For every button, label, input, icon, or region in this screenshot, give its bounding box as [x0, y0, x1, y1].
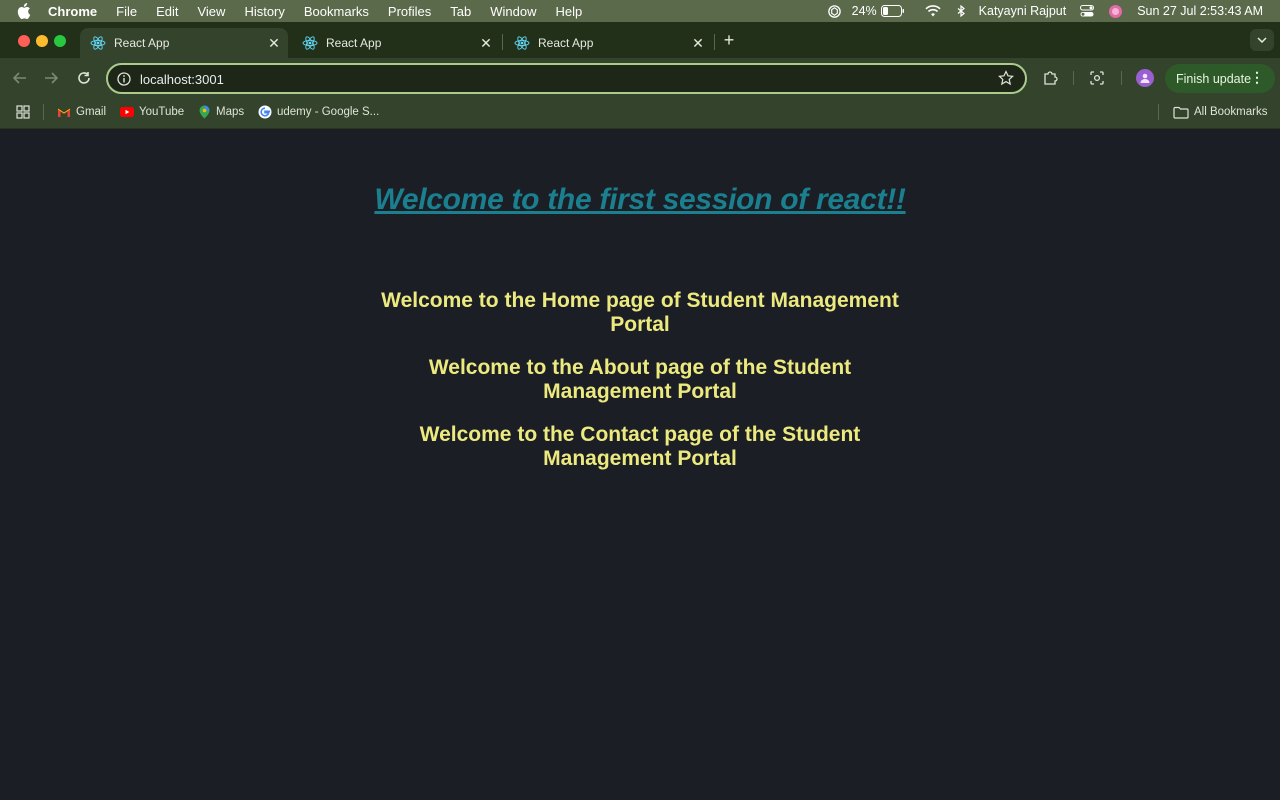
date-time[interactable]: Sun 27 Jul 2:53:43 AM	[1137, 4, 1263, 18]
bookmark-udemy[interactable]: udemy - Google S...	[258, 103, 379, 121]
folder-icon	[1173, 105, 1189, 119]
home-heading: Welcome to the Home page of Student Mana…	[340, 289, 940, 337]
tab-react-app-2[interactable]: React App ✕	[292, 28, 500, 58]
tab-react-app-3[interactable]: React App ✕	[504, 28, 712, 58]
finish-update-button[interactable]: Finish update ⋮	[1165, 64, 1275, 93]
all-bookmarks-label: All Bookmarks	[1194, 106, 1268, 118]
menu-file[interactable]: File	[116, 4, 137, 19]
tab-close-icon[interactable]: ✕	[478, 35, 494, 51]
apps-grid-icon[interactable]	[16, 103, 30, 121]
toolbar-divider	[1121, 71, 1122, 85]
address-bar[interactable]: localhost:3001	[106, 63, 1027, 94]
bookmarks-separator	[43, 104, 44, 120]
contact-heading-line2: Management Portal	[543, 447, 737, 470]
profile-avatar[interactable]	[1136, 69, 1154, 87]
google-lens-icon[interactable]	[1088, 69, 1106, 87]
tab-title: React App	[326, 36, 382, 50]
react-favicon-icon	[90, 35, 106, 51]
close-window-button[interactable]	[18, 35, 30, 47]
apple-logo-icon[interactable]	[17, 3, 35, 19]
menu-edit[interactable]: Edit	[156, 4, 178, 19]
chatgpt-icon[interactable]	[827, 4, 842, 19]
reload-icon[interactable]	[75, 69, 93, 87]
siri-icon[interactable]	[1108, 4, 1123, 19]
menu-help[interactable]: Help	[556, 4, 583, 19]
maximize-window-button[interactable]	[54, 35, 66, 47]
tab-close-icon[interactable]: ✕	[266, 35, 282, 51]
bookmark-label: Maps	[216, 106, 245, 118]
all-bookmarks-button[interactable]: All Bookmarks	[1173, 103, 1268, 121]
bookmark-star-icon[interactable]	[998, 70, 1014, 86]
minimize-window-button[interactable]	[36, 35, 48, 47]
bluetooth-icon[interactable]	[957, 4, 965, 18]
bookmark-label: YouTube	[139, 106, 185, 118]
tab-separator	[714, 34, 715, 50]
finish-update-label: Finish update	[1176, 71, 1252, 86]
back-arrow-icon[interactable]	[11, 69, 29, 87]
tab-title: React App	[114, 36, 170, 50]
youtube-icon	[120, 105, 134, 119]
bookmarks-separator	[1158, 104, 1159, 120]
google-logo-icon	[258, 105, 272, 119]
menu-app-name[interactable]: Chrome	[48, 4, 97, 19]
bookmark-maps[interactable]: Maps	[197, 103, 244, 121]
contact-heading-line1: Welcome to the Contact page of the Stude…	[419, 423, 861, 446]
macos-menu-bar: Chrome File Edit View History Bookmarks …	[0, 0, 1280, 22]
menu-bookmarks[interactable]: Bookmarks	[304, 4, 369, 19]
battery-icon[interactable]	[880, 5, 905, 17]
about-heading-line2: Management Portal	[543, 380, 737, 403]
tab-title: React App	[538, 36, 594, 50]
forward-arrow-icon[interactable]	[42, 69, 60, 87]
about-heading-line1: Welcome to the About page of the Student	[428, 356, 852, 379]
wifi-icon[interactable]	[925, 5, 941, 17]
tab-react-app-1[interactable]: React App ✕	[80, 28, 288, 58]
tab-separator	[502, 34, 503, 50]
toolbar-divider	[1073, 71, 1074, 85]
react-favicon-icon	[302, 35, 318, 51]
tab-close-icon[interactable]: ✕	[690, 35, 706, 51]
bookmark-gmail[interactable]: Gmail	[57, 103, 106, 121]
page-title: Welcome to the first session of react!!	[374, 183, 906, 216]
menu-history[interactable]: History	[244, 4, 284, 19]
bookmarks-bar	[0, 98, 1280, 129]
home-heading-line2: Portal	[610, 313, 670, 336]
bookmark-youtube[interactable]: YouTube	[120, 103, 184, 121]
more-menu-icon[interactable]: ⋮	[1250, 69, 1264, 85]
contact-heading: Welcome to the Contact page of the Stude…	[340, 423, 940, 471]
gmail-icon	[57, 105, 71, 119]
site-info-icon[interactable]	[116, 71, 132, 87]
user-name[interactable]: Katyayni Rajput	[979, 4, 1067, 18]
url-text[interactable]: localhost:3001	[140, 72, 224, 87]
control-center-icon[interactable]	[1080, 5, 1095, 17]
battery-percent: 24%	[851, 4, 877, 18]
bookmark-label: Gmail	[76, 106, 107, 118]
react-favicon-icon	[514, 35, 530, 51]
menu-view[interactable]: View	[197, 4, 225, 19]
menu-profiles[interactable]: Profiles	[388, 4, 431, 19]
extensions-puzzle-icon[interactable]	[1041, 69, 1059, 87]
page-content: Welcome to the first session of react!! …	[0, 130, 1280, 800]
about-heading: Welcome to the About page of the Student…	[340, 356, 940, 404]
menu-tab[interactable]: Tab	[450, 4, 471, 19]
new-tab-plus-icon[interactable]: +	[720, 30, 738, 50]
home-heading-line1: Welcome to the Home page of Student Mana…	[381, 289, 899, 312]
maps-pin-icon	[197, 105, 211, 119]
menu-window[interactable]: Window	[490, 4, 536, 19]
tab-search-chevron-icon[interactable]	[1250, 29, 1274, 51]
bookmark-label: udemy - Google S...	[277, 106, 380, 118]
